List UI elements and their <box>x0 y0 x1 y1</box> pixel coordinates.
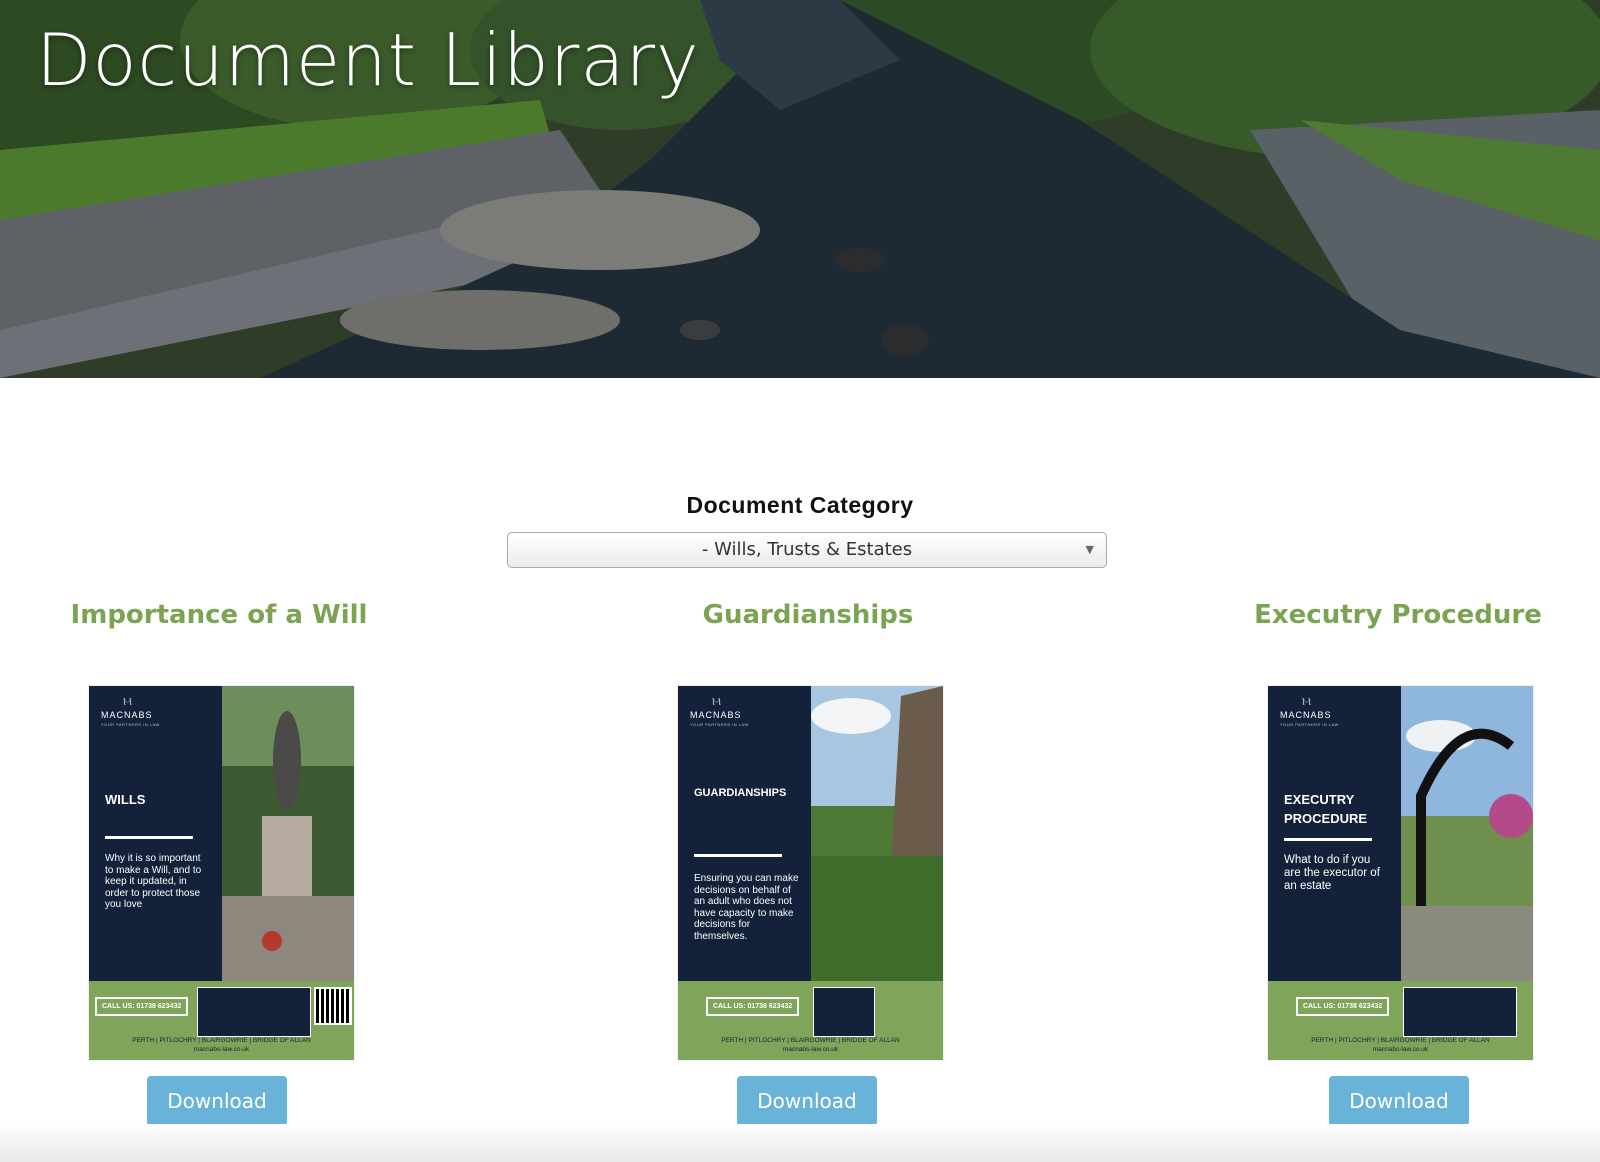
document-title: Executry Procedure <box>1254 600 1542 630</box>
logo-icon: Ⲙ <box>123 696 133 708</box>
hero-banner: Document Library <box>0 0 1600 378</box>
cover-footer: CALL US: 01738 623432 PERTH | PITLOCHRY … <box>1268 981 1533 1060</box>
document-title: Importance of a Will <box>70 600 368 630</box>
cover-towns: PERTH | PITLOCHRY | BLAIRGOWRIE | BRIDGE… <box>1311 1037 1490 1044</box>
statue-photo <box>222 686 354 981</box>
document-cover-image[interactable]: Ⲙ MACNABS YOUR PARTNERS IN LAW EXECUTRY … <box>1268 686 1533 1060</box>
cover-heading: WILLS <box>105 792 146 807</box>
cover-description: Ensuring you can make decisions on behal… <box>694 873 799 942</box>
cover-logo: MACNABS <box>1280 710 1332 720</box>
category-label: Document Category <box>686 492 914 518</box>
cover-tagline: YOUR PARTNERS IN LAW <box>1280 722 1339 727</box>
cover-site: macnabs-law.co.uk <box>782 1046 839 1053</box>
chevron-down-icon: ▼ <box>1085 543 1094 556</box>
cover-description: What to do if you are the executor of an… <box>1284 854 1380 892</box>
category-select-value: - Wills, Trusts & Estates <box>701 539 913 560</box>
cover-logo: MACNABS <box>101 710 153 720</box>
qr-code-icon <box>314 987 352 1025</box>
cover-call: CALL US: 01738 623432 <box>95 997 189 1016</box>
document-title: Guardianships <box>702 600 914 630</box>
cover-divider <box>105 836 193 839</box>
cover-heading: GUARDIANSHIPS <box>694 787 787 799</box>
staff-photos <box>197 987 311 1037</box>
cover-towns: PERTH | PITLOCHRY | BLAIRGOWRIE | BRIDGE… <box>721 1037 900 1044</box>
logo-icon: Ⲙ <box>1302 696 1312 708</box>
cover-call: CALL US: 01738 623432 <box>706 997 800 1016</box>
page-title: Document Library <box>36 18 700 102</box>
garden-photo <box>1401 686 1533 981</box>
page-bottom-shadow <box>0 1124 1600 1162</box>
cover-heading: EXECUTRY PROCEDURE <box>1284 792 1368 826</box>
staff-photo <box>813 987 875 1037</box>
cover-divider <box>1284 838 1372 841</box>
cover-footer: CALL US: 01738 623432 PERTH | PITLOCHRY … <box>89 981 354 1060</box>
cover-logo: MACNABS <box>690 710 742 720</box>
cover-footer: CALL US: 01738 623432 PERTH | PITLOCHRY … <box>678 981 943 1060</box>
download-button[interactable]: Download <box>737 1076 877 1126</box>
document-card-wills: Importance of a Will Ⲙ MACNABS YOUR PART… <box>29 600 409 1126</box>
cover-site: macnabs-law.co.uk <box>1372 1046 1429 1053</box>
cover-divider <box>694 854 782 857</box>
document-cover-image[interactable]: Ⲙ MACNABS YOUR PARTNERS IN LAW WILLS Why… <box>89 686 354 1060</box>
cover-site: macnabs-law.co.uk <box>193 1046 250 1053</box>
logo-icon: Ⲙ <box>712 696 722 708</box>
cover-tagline: YOUR PARTNERS IN LAW <box>101 722 160 727</box>
barn-photo <box>811 686 943 981</box>
category-select[interactable]: - Wills, Trusts & Estates ▼ <box>507 532 1107 568</box>
download-button[interactable]: Download <box>1329 1076 1469 1126</box>
download-button[interactable]: Download <box>147 1076 287 1126</box>
staff-photos <box>1403 987 1517 1037</box>
cover-tagline: YOUR PARTNERS IN LAW <box>690 722 749 727</box>
document-card-executry: Executry Procedure Ⲙ MACNABS YOUR PARTNE… <box>1208 600 1588 1126</box>
cover-towns: PERTH | PITLOCHRY | BLAIRGOWRIE | BRIDGE… <box>132 1037 311 1044</box>
cover-description: Why it is so important to make a Will, a… <box>105 853 202 910</box>
document-card-guardianships: Guardianships Ⲙ MACNABS YOUR PARTNERS IN… <box>618 600 998 1126</box>
cover-call: CALL US: 01738 623432 <box>1296 997 1390 1016</box>
document-cover-image[interactable]: Ⲙ MACNABS YOUR PARTNERS IN LAW GUARDIANS… <box>678 686 943 1060</box>
